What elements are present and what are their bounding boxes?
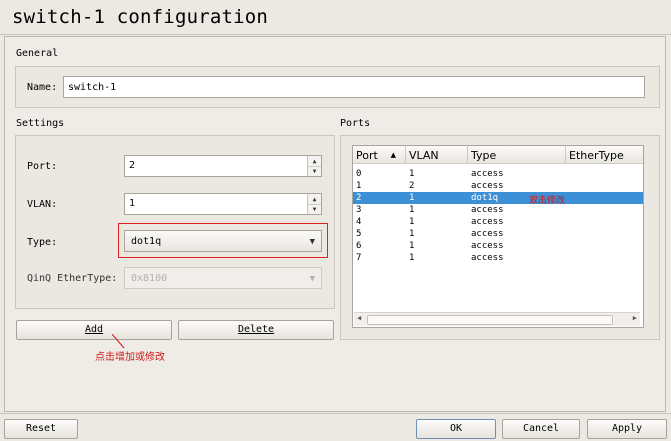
cell-vlan: 2 [409,181,415,191]
cell-vlan: 1 [409,241,415,251]
settings-group-label: Settings [16,118,65,129]
table-row[interactable]: 6 1 access [353,240,643,252]
column-header-ethertype[interactable]: EtherType [566,146,643,164]
cell-type: access [471,181,504,191]
cell-port: 1 [356,181,362,191]
port-spinbox[interactable]: 2 ▲ ▼ [124,155,322,177]
chevron-down-icon: ▼ [309,274,315,284]
cell-type: access [471,253,504,263]
port-label: Port: [27,161,58,172]
spin-down-icon[interactable]: ▼ [308,204,321,214]
cell-type: dot1q [471,193,499,203]
cell-vlan: 1 [409,253,415,263]
sort-ascending-icon: ▲ [390,151,396,159]
name-label: Name: [27,82,58,93]
cell-port: 7 [356,253,362,263]
cell-port: 0 [356,169,362,179]
horizontal-scrollbar[interactable]: ◀ ▶ [354,312,640,326]
cell-type: access [471,241,504,251]
spin-down-icon[interactable]: ▼ [308,166,321,176]
cell-port: 6 [356,241,362,251]
cell-vlan: 1 [409,217,415,227]
cell-vlan: 1 [409,193,415,203]
cell-type: access [471,169,504,179]
table-row[interactable]: 7 1 access [353,252,643,264]
scroll-right-icon[interactable]: ▶ [633,314,637,322]
footer-divider [0,413,671,414]
table-row[interactable]: 3 1 access [353,204,643,216]
cell-port: 3 [356,205,362,215]
table-row[interactable]: 0 1 access [353,168,643,180]
delete-button-label: Delete [237,324,275,335]
scroll-left-icon[interactable]: ◀ [357,314,361,322]
table-row[interactable]: 4 1 access [353,216,643,228]
name-input[interactable] [63,76,645,98]
cell-vlan: 1 [409,229,415,239]
vlan-value: 1 [129,198,136,209]
add-annotation: 点击增加或修改 [95,352,165,363]
apply-button[interactable]: Apply [587,419,667,439]
column-header-type[interactable]: Type [468,146,566,164]
column-header-vlan[interactable]: VLAN [406,146,468,164]
ok-button[interactable]: OK [416,419,496,439]
qinq-select: 0x8100 ▼ [124,267,322,289]
title-divider [0,34,671,35]
reset-button[interactable]: Reset [4,419,78,439]
cell-vlan: 1 [409,169,415,179]
qinq-value: 0x8100 [131,273,168,284]
cell-port: 2 [356,193,362,203]
window-title: switch-1 configuration [12,6,269,28]
chevron-down-icon: ▼ [309,237,315,247]
cell-type: access [471,217,504,227]
cancel-button[interactable]: Cancel [502,419,580,439]
vlan-spinbox[interactable]: 1 ▲ ▼ [124,193,322,215]
table-row[interactable]: 2 1 dot1q 双击修改 [353,192,643,206]
ports-table[interactable]: Port ▲ VLAN Type EtherType 0 1 access 1 2 acc… [352,145,644,328]
general-group-label: General [16,48,59,59]
qinq-label: QinQ EtherType: [27,273,118,284]
cell-vlan: 1 [409,205,415,215]
cell-type: access [471,205,504,215]
cell-port: 4 [356,217,362,227]
type-label: Type: [27,237,58,248]
table-row[interactable]: 1 2 access [353,180,643,192]
scrollbar-thumb[interactable] [367,315,613,325]
column-header-port[interactable]: Port ▲ [353,146,406,164]
add-button[interactable]: Add [16,320,172,340]
vlan-label: VLAN: [27,199,58,210]
port-value: 2 [129,160,136,171]
type-select[interactable]: dot1q ▼ [124,230,322,252]
table-row[interactable]: 5 1 access [353,228,643,240]
cell-port: 5 [356,229,362,239]
type-value: dot1q [131,236,162,247]
delete-button[interactable]: Delete [178,320,334,340]
ports-group-label: Ports [340,118,371,129]
cell-type: access [471,229,504,239]
add-button-label: Add [84,324,104,335]
